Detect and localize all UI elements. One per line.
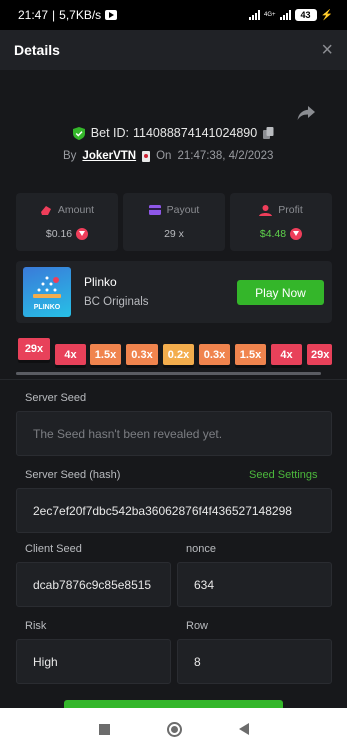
server-seed-field[interactable]: The Seed hasn't been revealed yet. [16, 411, 332, 456]
page-title: Details [14, 42, 60, 58]
recent-apps-icon[interactable] [98, 723, 110, 735]
payout-value: 29 x [164, 228, 184, 240]
by-label: By [63, 150, 77, 162]
bet-id-value: 114088874141024890 [133, 126, 258, 140]
back-icon[interactable] [238, 723, 249, 735]
camera-icon [105, 10, 118, 20]
signal-icon [249, 10, 261, 20]
signal-icon [279, 10, 291, 20]
profit-label: Profit [278, 204, 303, 216]
payout-icon [148, 205, 161, 215]
multiplier-chip: 29x [307, 344, 332, 365]
multiplier-scrollbar[interactable] [16, 372, 321, 375]
risk-field[interactable]: High [16, 639, 171, 684]
thumbnail-text: PLINKO [33, 304, 61, 311]
divider [0, 379, 347, 380]
server-seed-label: Server Seed [25, 392, 87, 404]
multiplier-chip: 0.3x [199, 344, 230, 368]
close-icon[interactable]: × [321, 40, 333, 60]
seed-settings-link[interactable]: Seed Settings [249, 469, 318, 481]
play-now-button[interactable]: Play Now [237, 280, 324, 305]
nonce-field[interactable]: 634 [177, 562, 332, 607]
multiplier-chip: 4x [55, 344, 86, 368]
coin-icon [76, 228, 89, 240]
server-hash-label: Server Seed (hash) [25, 469, 121, 481]
network-type: 4G+ [264, 12, 276, 18]
multiplier-chip: 0.2x [163, 344, 194, 368]
payout-label: Payout [166, 204, 200, 216]
risk-label: Risk [25, 620, 47, 632]
game-name: Plinko [84, 275, 117, 289]
plinko-pins-icon [33, 276, 61, 298]
game-card: PLINKO Plinko BC Originals Play Now [16, 261, 332, 323]
nonce-label: nonce [186, 543, 216, 555]
multiplier-chip: 1.5x [235, 344, 266, 368]
client-seed-field[interactable]: dcab7876c9c85e8515 [16, 562, 171, 607]
amount-value: $0.16 [45, 228, 73, 240]
row-field[interactable]: 8 [177, 639, 332, 684]
scrollbar-thumb[interactable] [16, 372, 321, 375]
profit-value: $4.48 [259, 228, 287, 240]
plinko-thumbnail: PLINKO [23, 267, 71, 317]
bottom-action-button[interactable] [64, 700, 283, 708]
copy-icon[interactable] [263, 127, 274, 139]
status-time: 21:47 [18, 8, 49, 22]
playing-card-icon [142, 150, 151, 162]
amount-label: Amount [57, 204, 95, 216]
shield-check-icon [72, 126, 85, 140]
bet-byline: By JokerVTN On 21:47:38, 4/2/2023 [63, 150, 273, 162]
battery-icon: 43 [294, 9, 317, 21]
multiplier-chip: 0.3x [126, 344, 158, 368]
row-label: Row [186, 620, 209, 632]
on-label: On [156, 150, 172, 162]
multiplier-chip: 29x [18, 338, 50, 363]
details-header: Details × [0, 30, 347, 70]
coin-icon [290, 228, 303, 240]
payout-box: Payout 29 x [123, 193, 225, 251]
amount-icon [40, 205, 51, 215]
bet-id-label: Bet ID: [90, 126, 129, 140]
home-icon[interactable] [166, 721, 182, 737]
bet-datetime: 21:47:38, 4/2/2023 [177, 150, 274, 162]
profit-box: Profit $4.48 [230, 193, 332, 251]
username-link[interactable]: JokerVTN [82, 150, 136, 162]
amount-box: Amount $0.16 [16, 193, 118, 251]
profit-icon [259, 204, 273, 216]
game-provider: BC Originals [84, 296, 149, 308]
share-icon[interactable] [296, 104, 316, 122]
system-nav-bar [0, 708, 347, 750]
charging-icon: ⚡ [320, 9, 333, 21]
status-speed: 5,7KB/s [59, 8, 102, 22]
client-seed-label: Client Seed [25, 543, 82, 555]
bet-id-row: Bet ID: 114088874141024890 [0, 126, 347, 140]
multiplier-chip: 1.5x [90, 344, 121, 368]
status-bar: 21:47 | 5,7KB/s 4G+ 43 ⚡ [0, 0, 347, 30]
server-hash-field[interactable]: 2ec7ef20f7dbc542ba36062876f4f43652714829… [16, 488, 332, 533]
multiplier-chip: 4x [271, 344, 302, 368]
